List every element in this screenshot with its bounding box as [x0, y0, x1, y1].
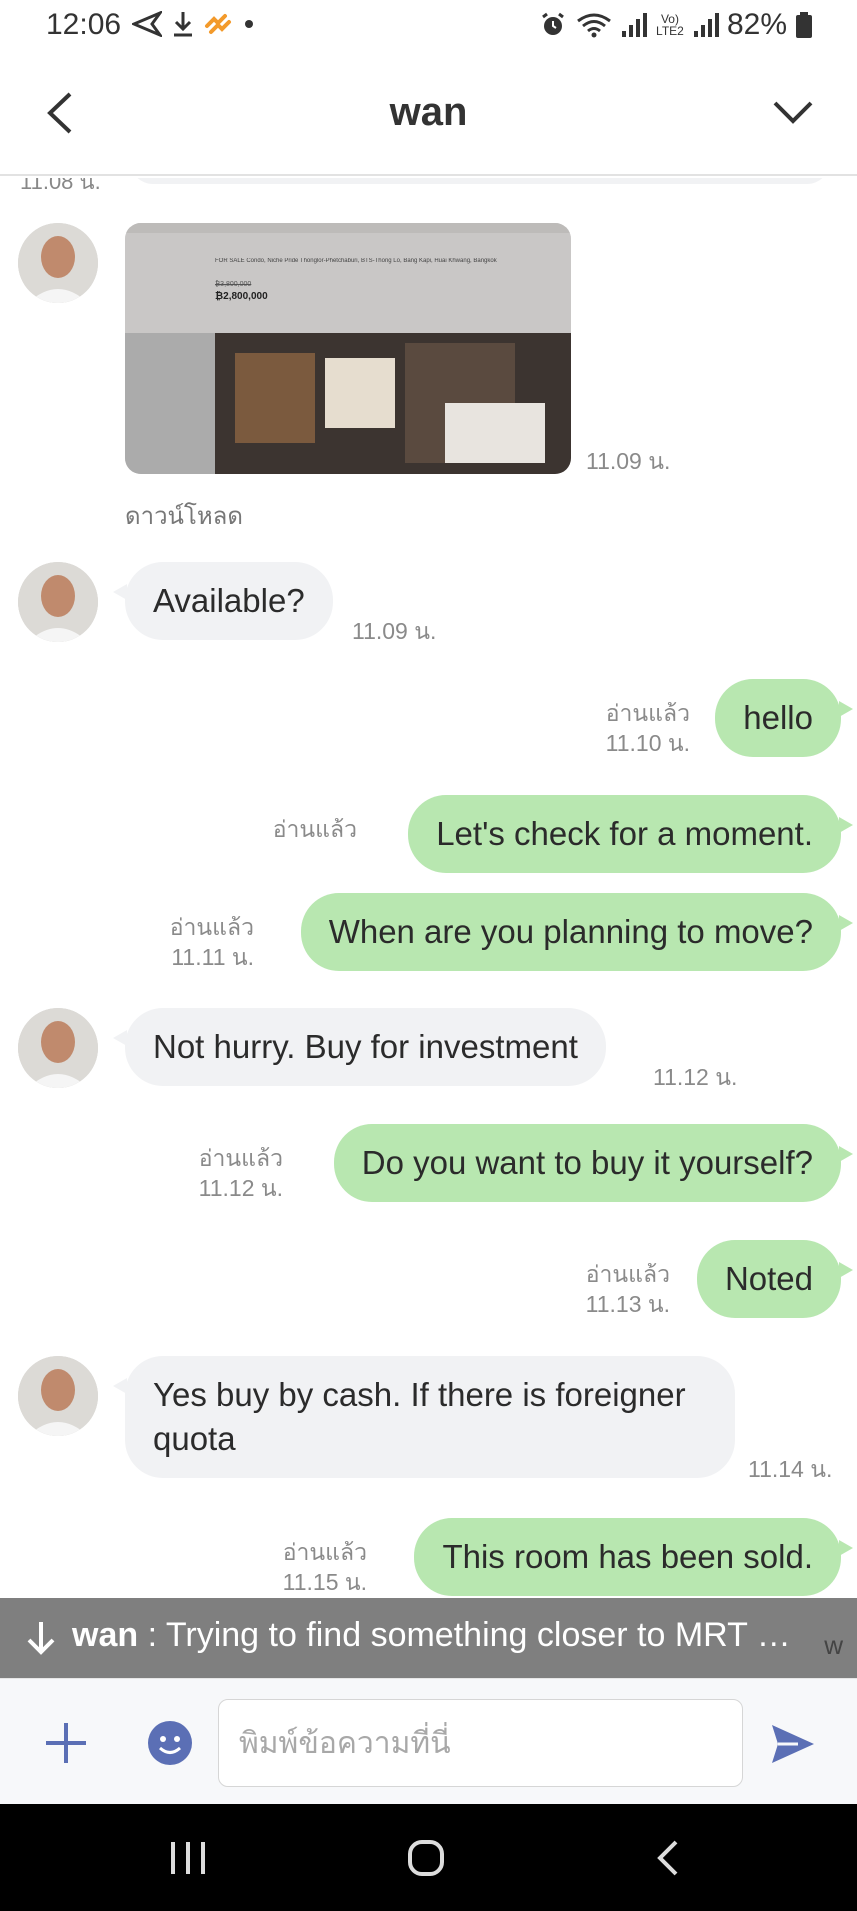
- nav-back-icon[interactable]: [652, 1838, 682, 1878]
- plus-icon[interactable]: [44, 1721, 88, 1765]
- download-link[interactable]: ดาวน์โหลด: [125, 496, 243, 535]
- signal-icon-2: [693, 13, 719, 37]
- avatar[interactable]: [18, 562, 98, 642]
- outgoing-message[interactable]: Do you want to buy it yourself?: [333, 1124, 854, 1202]
- image-price: ₿2,800,000: [215, 291, 268, 302]
- read-receipt: อ่านแล้ว: [282, 1539, 367, 1565]
- message-time: 11.13 น.: [585, 1291, 670, 1317]
- message-time: 11.09 น.: [586, 448, 671, 474]
- emoji-icon[interactable]: [146, 1719, 194, 1767]
- chat-message-list[interactable]: 11.08 น. FOR SALE Condo, Niche Pride Tho…: [0, 178, 857, 1598]
- chat-header: wan: [0, 52, 857, 176]
- message-time: 11.14 น.: [748, 1456, 833, 1482]
- alarm-icon: [542, 12, 564, 35]
- recent-apps-icon[interactable]: [168, 1840, 208, 1876]
- avatar-face-icon: [18, 562, 98, 642]
- image-strike-price: ₿3,800,000: [215, 281, 252, 288]
- message-time: 11.11 น.: [171, 944, 254, 970]
- cut-off-time: 11.08 น.: [20, 178, 101, 194]
- message-time: 11.12 น.: [198, 1175, 283, 1201]
- outgoing-message[interactable]: hello: [715, 679, 853, 757]
- avatar[interactable]: [18, 1008, 98, 1088]
- outgoing-message[interactable]: Noted: [696, 1240, 854, 1318]
- preview-separator: :: [138, 1616, 166, 1654]
- shared-image[interactable]: FOR SALE Condo, Niche Pride Thonglor-Phe…: [125, 223, 571, 474]
- status-left-icons: [132, 10, 256, 38]
- read-receipt: อ่านแล้ว: [585, 1261, 670, 1287]
- download-icon: [174, 12, 192, 37]
- avatar-face-icon: [18, 223, 98, 303]
- avatar-face-icon: [18, 1008, 98, 1088]
- battery-text: 82%: [726, 8, 787, 41]
- incoming-message[interactable]: Not hurry. Buy for investment: [113, 1008, 606, 1086]
- outgoing-message[interactable]: This room has been sold.: [414, 1518, 853, 1596]
- send-icon[interactable]: [768, 1719, 818, 1769]
- app-badge-icon: [205, 14, 231, 34]
- read-receipt: อ่านแล้ว: [272, 816, 357, 842]
- outgoing-message[interactable]: When are you planning to move?: [300, 893, 854, 971]
- home-icon[interactable]: [406, 1838, 446, 1878]
- cut-off-bubble: [130, 178, 830, 184]
- status-right-icons: Vo) LTE2 82%: [539, 8, 813, 42]
- wifi-icon: [577, 13, 611, 38]
- battery-icon: [796, 12, 812, 38]
- preview-sender: wan: [72, 1616, 139, 1654]
- avatar[interactable]: [18, 223, 98, 303]
- message-time: 11.09 น.: [352, 618, 437, 644]
- read-receipt: อ่านแล้ว: [605, 700, 690, 726]
- chat-title[interactable]: wan: [0, 90, 857, 135]
- status-bar: 12:06 Vo) LTE2 82%: [0, 0, 857, 52]
- preview-tail: w: [824, 1630, 843, 1660]
- avatar-face-icon: [18, 1356, 98, 1436]
- preview-text: wan : Trying to find something closer to…: [72, 1616, 791, 1655]
- read-receipt: อ่านแล้ว: [198, 1145, 283, 1171]
- incoming-message[interactable]: Yes buy by cash. If there is foreigner q…: [113, 1356, 735, 1478]
- incoming-message[interactable]: Available?: [113, 562, 333, 640]
- dot-icon: [245, 20, 253, 28]
- status-time: 12:06: [46, 8, 122, 41]
- preview-message: Trying to find something closer to MRT …: [165, 1616, 791, 1654]
- system-nav-bar: [0, 1804, 857, 1911]
- outgoing-message[interactable]: Let's check for a moment.: [408, 795, 853, 873]
- message-input[interactable]: [218, 1699, 743, 1787]
- signal-icon: [621, 13, 647, 37]
- avatar[interactable]: [18, 1356, 98, 1436]
- image-caption-text: FOR SALE Condo, Niche Pride Thonglor-Phe…: [215, 258, 497, 264]
- message-time: 11.10 น.: [605, 730, 690, 756]
- send-arrow-icon: [132, 11, 162, 37]
- read-receipt: อ่านแล้ว: [169, 914, 254, 940]
- message-time: 11.12 น.: [653, 1064, 738, 1090]
- arrow-down-icon: [27, 1622, 55, 1655]
- new-message-preview[interactable]: wan : Trying to find something closer to…: [0, 1598, 857, 1678]
- message-time: 11.15 น.: [282, 1569, 367, 1595]
- chevron-down-icon[interactable]: [769, 88, 817, 138]
- message-input-bar: [0, 1678, 857, 1804]
- network-label: Vo) LTE2: [656, 12, 684, 38]
